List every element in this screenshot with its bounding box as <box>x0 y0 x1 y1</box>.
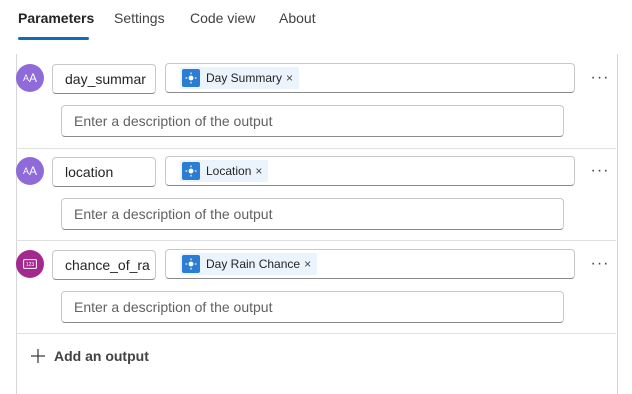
dynamic-content-token: Day Summary × <box>180 67 300 89</box>
tab-code-view[interactable]: Code view <box>190 10 255 26</box>
token-remove-icon[interactable]: × <box>255 164 262 178</box>
row-divider <box>16 240 616 241</box>
tab-settings[interactable]: Settings <box>114 10 165 26</box>
output-value-field[interactable]: Location × <box>165 156 575 186</box>
output-description-field[interactable]: Enter a description of the output <box>61 105 564 137</box>
row-divider <box>16 148 616 149</box>
output-name-field[interactable]: location <box>52 157 156 187</box>
output-name-field[interactable]: chance_of_ra <box>52 250 156 280</box>
tab-bar: Parameters Settings Code view About <box>0 0 632 40</box>
add-output-button[interactable]: Add an output <box>30 348 149 364</box>
token-label: Day Summary <box>206 71 283 85</box>
text-type-icon: AA <box>16 64 44 92</box>
weather-icon <box>182 162 200 180</box>
token-remove-icon[interactable]: × <box>304 257 311 271</box>
token-remove-icon[interactable]: × <box>286 71 293 85</box>
dynamic-content-token: Day Rain Chance × <box>180 253 318 275</box>
more-options-button[interactable]: ··· <box>590 256 610 278</box>
output-description-field[interactable]: Enter a description of the output <box>61 198 564 230</box>
add-output-label: Add an output <box>54 348 149 364</box>
number-type-icon: 123 <box>16 250 44 278</box>
active-tab-indicator <box>18 37 89 40</box>
output-description-field[interactable]: Enter a description of the output <box>61 291 564 323</box>
row-divider <box>16 333 616 334</box>
output-value-field[interactable]: Day Rain Chance × <box>165 249 575 279</box>
output-value-field[interactable]: Day Summary × <box>165 63 575 93</box>
text-type-icon: AA <box>16 157 44 185</box>
output-name-field[interactable]: day_summar <box>52 64 156 94</box>
token-label: Location <box>206 164 252 178</box>
plus-icon <box>31 349 45 363</box>
weather-icon <box>182 255 200 273</box>
more-options-button[interactable]: ··· <box>590 163 610 185</box>
token-label: Day Rain Chance <box>206 257 301 271</box>
svg-text:123: 123 <box>26 262 35 268</box>
tab-parameters[interactable]: Parameters <box>18 10 94 26</box>
tab-about[interactable]: About <box>279 10 316 26</box>
dynamic-content-token: Location × <box>180 160 269 182</box>
more-options-button[interactable]: ··· <box>590 70 610 92</box>
weather-icon <box>182 69 200 87</box>
